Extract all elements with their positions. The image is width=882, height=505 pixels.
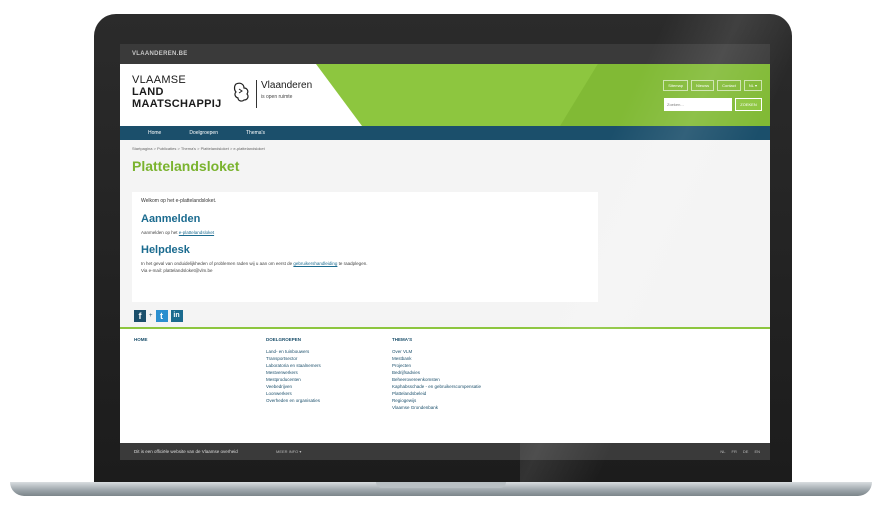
top-link-contact[interactable]: Contact [717, 80, 741, 91]
footer-link[interactable]: Mestverwerkers [266, 369, 321, 376]
footer-col-themas: THEMA'S Over VLM Mestbank Projecten Bedr… [392, 337, 481, 411]
footer-link[interactable]: Over VLM [392, 348, 481, 355]
brand-line-1: VLAAMSE [132, 74, 187, 86]
lang-de[interactable]: DE [743, 449, 749, 454]
lang-nl[interactable]: NL [720, 449, 725, 454]
flemish-lion-icon [230, 80, 254, 104]
language-links: NL FR DE EN [720, 449, 760, 454]
footer-link[interactable]: Mestbank [392, 355, 481, 362]
section-heading-aanmelden: Aanmelden [141, 213, 201, 225]
search-input[interactable] [664, 98, 732, 111]
aanmelden-label: Aanmelden op het [141, 230, 178, 235]
site-header: VLAAMSE LAND MAATSCHAPPIJ Vlaanderen is … [120, 64, 770, 126]
linkedin-icon[interactable]: in [170, 310, 183, 322]
brand-line-3: MAATSCHAPPIJ [132, 98, 222, 110]
breadcrumb[interactable]: Startpagina > Publicaties > Thema's > Pl… [120, 140, 770, 158]
footer-link[interactable]: Veebedrijven [266, 383, 321, 390]
footer-link[interactable]: Overheden en organisaties [266, 397, 321, 404]
main-nav: Home Doelgroepen Thema's [120, 126, 770, 140]
content-panel: Welkom op het e-plattelandsloket. Aanmel… [132, 192, 598, 302]
footer-link[interactable]: Kaphabsschade - en gebruikerscompensatie [392, 383, 481, 390]
social-share: f + t in [134, 310, 183, 322]
footer-link[interactable]: Land- en tuinbouwers [266, 348, 321, 355]
search-button[interactable]: ZOEKEN [735, 98, 762, 111]
footer-link[interactable]: Laboratoria en staalnemers [266, 362, 321, 369]
top-link-news[interactable]: Nieuws [690, 80, 715, 91]
footer-link[interactable]: Mestproducenten [266, 376, 321, 383]
gov-footer-bar: Dit is een officiële website van de Vlaa… [120, 443, 770, 460]
helpdesk-text-a: In het geval van onduidelijkheden of pro… [141, 261, 293, 266]
footer-link[interactable]: Transportsector [266, 355, 321, 362]
welcome-text: Welkom op het e-plattelandsloket. [141, 198, 217, 204]
nav-item-doelgroepen[interactable]: Doelgroepen [175, 126, 232, 140]
nav-item-themas[interactable]: Thema's [232, 126, 279, 140]
share-separator: + [149, 313, 153, 319]
footer-col-home: HOME [134, 337, 148, 348]
nav-item-home[interactable]: Home [132, 126, 175, 140]
footer-link[interactable]: Regiogewijs [392, 397, 481, 404]
site-footer: HOME DOELGROEPEN Land- en tuinbouwers Tr… [120, 329, 770, 443]
lang-en[interactable]: EN [754, 449, 760, 454]
product-mockup: VLAANDEREN.BE VLAAMSE LAND MAATSCHAPPIJ … [0, 0, 882, 505]
top-links: Sitemap Nieuws Contact NL ▾ [663, 80, 762, 91]
footer-link[interactable]: Vlaamse Grondenbank [392, 404, 481, 411]
manual-link[interactable]: gebruikershandleiding [293, 261, 337, 266]
footer-heading-doelgroepen[interactable]: DOELGROEPEN [266, 337, 321, 342]
footer-link[interactable]: Beheerovereenkomsten [392, 376, 481, 383]
aanmelden-text: Aanmelden op het e-plattelandsloket [141, 230, 589, 235]
facebook-icon[interactable]: f [134, 310, 146, 322]
twitter-icon[interactable]: t [155, 310, 168, 322]
helpdesk-email[interactable]: Via e-mail: plattelandsloket@vlm.be [141, 268, 589, 273]
more-info-toggle[interactable]: MEER INFO ▾ [276, 449, 301, 454]
brand-line-2: LAND [132, 86, 164, 98]
footer-link[interactable]: Plattelandsbeleid [392, 390, 481, 397]
helpdesk-text: In het geval van onduidelijkheden of pro… [141, 261, 589, 266]
footer-link[interactable]: Bedrijfsadvies [392, 369, 481, 376]
footer-heading-themas[interactable]: THEMA'S [392, 337, 481, 342]
language-select[interactable]: NL ▾ [743, 80, 762, 91]
vlaanderen-gov-bar[interactable]: VLAANDEREN.BE [120, 44, 770, 64]
laptop-base-notch [376, 482, 506, 488]
helpdesk-text-b: te raadplegen. [338, 261, 368, 266]
page-title: Plattelandsloket [132, 158, 240, 174]
footer-heading-home[interactable]: HOME [134, 337, 148, 342]
logo-divider [256, 80, 257, 108]
section-heading-helpdesk: Helpdesk [141, 244, 190, 256]
footer-link[interactable]: Loonwerkers [266, 390, 321, 397]
vlm-logo[interactable]: VLAAMSE LAND MAATSCHAPPIJ [132, 74, 222, 110]
vlaanderen-wordmark: Vlaanderen [261, 80, 313, 91]
aanmelden-link[interactable]: e-plattelandsloket [179, 230, 214, 235]
official-website-text: Dit is een officiële website van de Vlaa… [134, 449, 238, 454]
footer-link[interactable]: Projecten [392, 362, 481, 369]
top-link-sitemap[interactable]: Sitemap [663, 80, 688, 91]
vlaanderen-tagline: is open ruimte [261, 94, 293, 100]
footer-col-doelgroepen: DOELGROEPEN Land- en tuinbouwers Transpo… [266, 337, 321, 404]
lang-fr[interactable]: FR [732, 449, 737, 454]
laptop-screen: VLAANDEREN.BE VLAAMSE LAND MAATSCHAPPIJ … [120, 44, 770, 460]
